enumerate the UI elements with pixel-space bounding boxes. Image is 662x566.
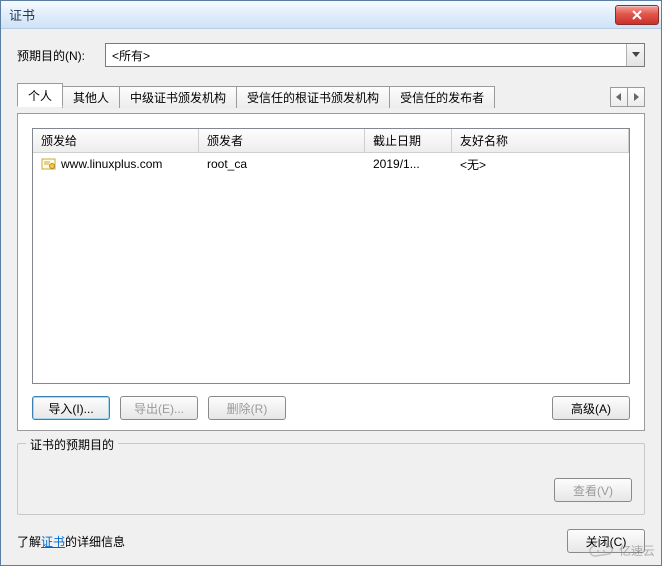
col-issued-by[interactable]: 颁发者 — [199, 129, 365, 152]
tab-intermediate-ca[interactable]: 中级证书颁发机构 — [119, 86, 237, 108]
cell-issued-by: root_ca — [207, 157, 247, 171]
purpose-select[interactable]: <所有> — [105, 43, 645, 67]
tab-other-people[interactable]: 其他人 — [62, 86, 120, 108]
tab-panel: 颁发给 颁发者 截止日期 友好名称 www.linuxplus.com root… — [17, 113, 645, 431]
col-issued-to[interactable]: 颁发给 — [33, 129, 199, 152]
close-icon — [631, 10, 643, 20]
close-button[interactable] — [615, 5, 659, 25]
table-row[interactable]: www.linuxplus.com root_ca 2019/1... <无> — [33, 153, 629, 175]
import-button[interactable]: 导入(I)... — [32, 396, 110, 420]
learn-certificates-link[interactable]: 证书 — [41, 535, 65, 549]
footer-row: 了解证书的详细信息 关闭(C) — [17, 529, 645, 553]
tab-trusted-root-ca[interactable]: 受信任的根证书颁发机构 — [236, 86, 390, 108]
tab-scroll-left[interactable] — [610, 87, 628, 107]
footer-text: 了解证书的详细信息 — [17, 533, 125, 550]
col-expiry[interactable]: 截止日期 — [365, 129, 452, 152]
window-title: 证书 — [9, 5, 615, 24]
group-label: 证书的预期目的 — [26, 436, 118, 453]
cell-issued-to: www.linuxplus.com — [61, 157, 162, 171]
purpose-selected: <所有> — [112, 47, 150, 64]
tab-scroll-right[interactable] — [627, 87, 645, 107]
purpose-row: 预期目的(N): <所有> — [17, 43, 645, 67]
tab-personal[interactable]: 个人 — [17, 83, 63, 107]
certificate-list[interactable]: 颁发给 颁发者 截止日期 友好名称 www.linuxplus.com root… — [32, 128, 630, 384]
advanced-button[interactable]: 高级(A) — [552, 396, 630, 420]
cell-expiry: 2019/1... — [373, 157, 420, 171]
purpose-label: 预期目的(N): — [17, 47, 85, 64]
export-button[interactable]: 导出(E)... — [120, 396, 198, 420]
view-button[interactable]: 查看(V) — [554, 478, 632, 502]
remove-button[interactable]: 删除(R) — [208, 396, 286, 420]
certificate-dialog: 证书 预期目的(N): <所有> 个人 其他人 中级证书颁发机构 受信任的根证书… — [0, 0, 662, 566]
list-header: 颁发给 颁发者 截止日期 友好名称 — [33, 129, 629, 153]
titlebar[interactable]: 证书 — [1, 1, 661, 29]
chevron-down-icon — [626, 44, 644, 66]
certificate-icon — [41, 157, 57, 171]
col-friendly-name[interactable]: 友好名称 — [452, 129, 629, 152]
cell-friendly: <无> — [460, 156, 486, 173]
dialog-close-button[interactable]: 关闭(C) — [567, 529, 645, 553]
tab-trusted-publishers[interactable]: 受信任的发布者 — [389, 86, 495, 108]
list-buttons: 导入(I)... 导出(E)... 删除(R) 高级(A) — [32, 396, 630, 420]
dialog-body: 预期目的(N): <所有> 个人 其他人 中级证书颁发机构 受信任的根证书颁发机… — [1, 29, 661, 565]
intended-purpose-group: 证书的预期目的 查看(V) — [17, 443, 645, 515]
tabs: 个人 其他人 中级证书颁发机构 受信任的根证书颁发机构 受信任的发布者 — [17, 83, 645, 107]
